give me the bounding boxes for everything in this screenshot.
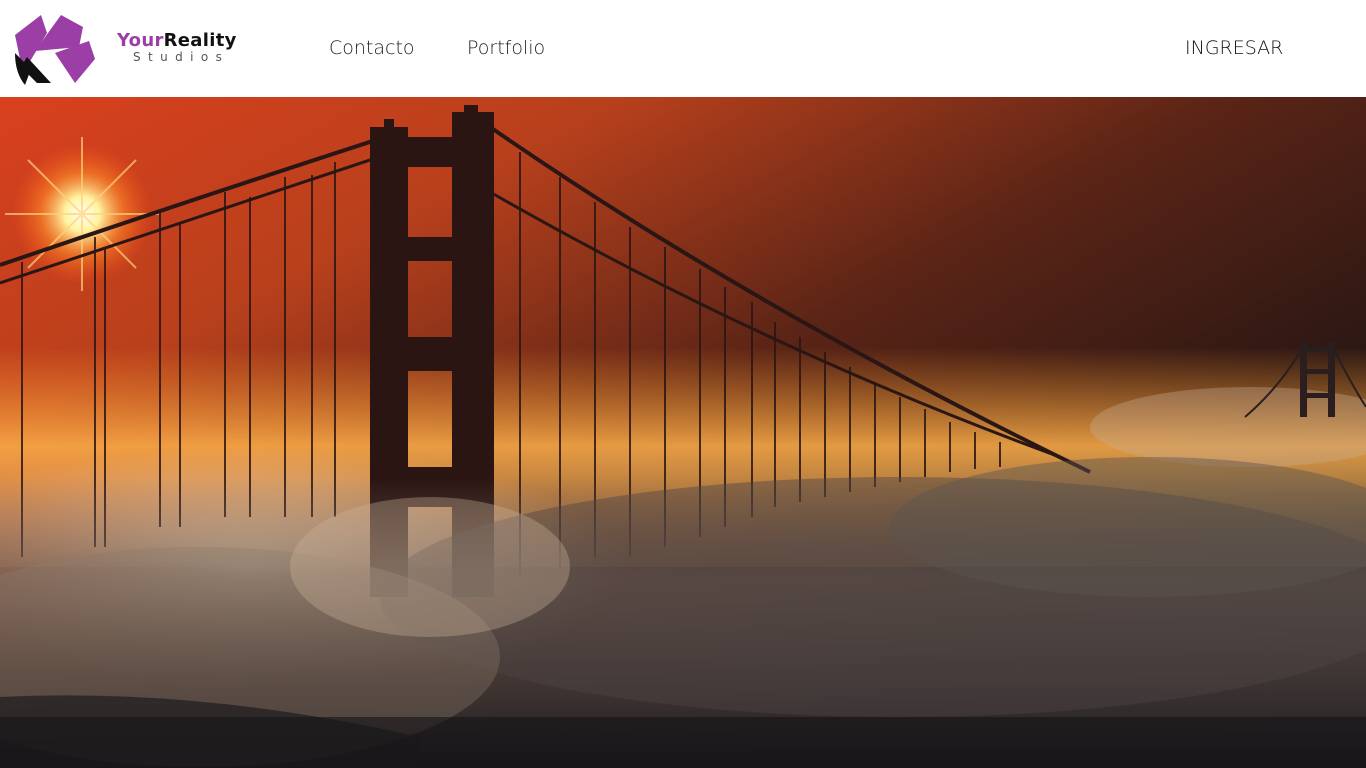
login-link[interactable]: INGRESAR — [1185, 36, 1283, 60]
nav-link-contacto[interactable]: Contacto — [329, 36, 415, 60]
brand-wordmark: YourReality Studios — [117, 30, 257, 70]
hero-illustration — [0, 97, 1366, 768]
top-navigation-bar: YourReality Studios Contacto Portfolio I… — [0, 0, 1366, 97]
brand-name-part2: Reality — [163, 30, 237, 51]
brand-tagline: Studios — [133, 50, 230, 64]
brand-name-part1: Your — [117, 30, 164, 51]
hero-banner-image — [0, 97, 1366, 768]
nav-link-portfolio[interactable]: Portfolio — [467, 36, 545, 60]
logo-icon — [15, 15, 95, 85]
